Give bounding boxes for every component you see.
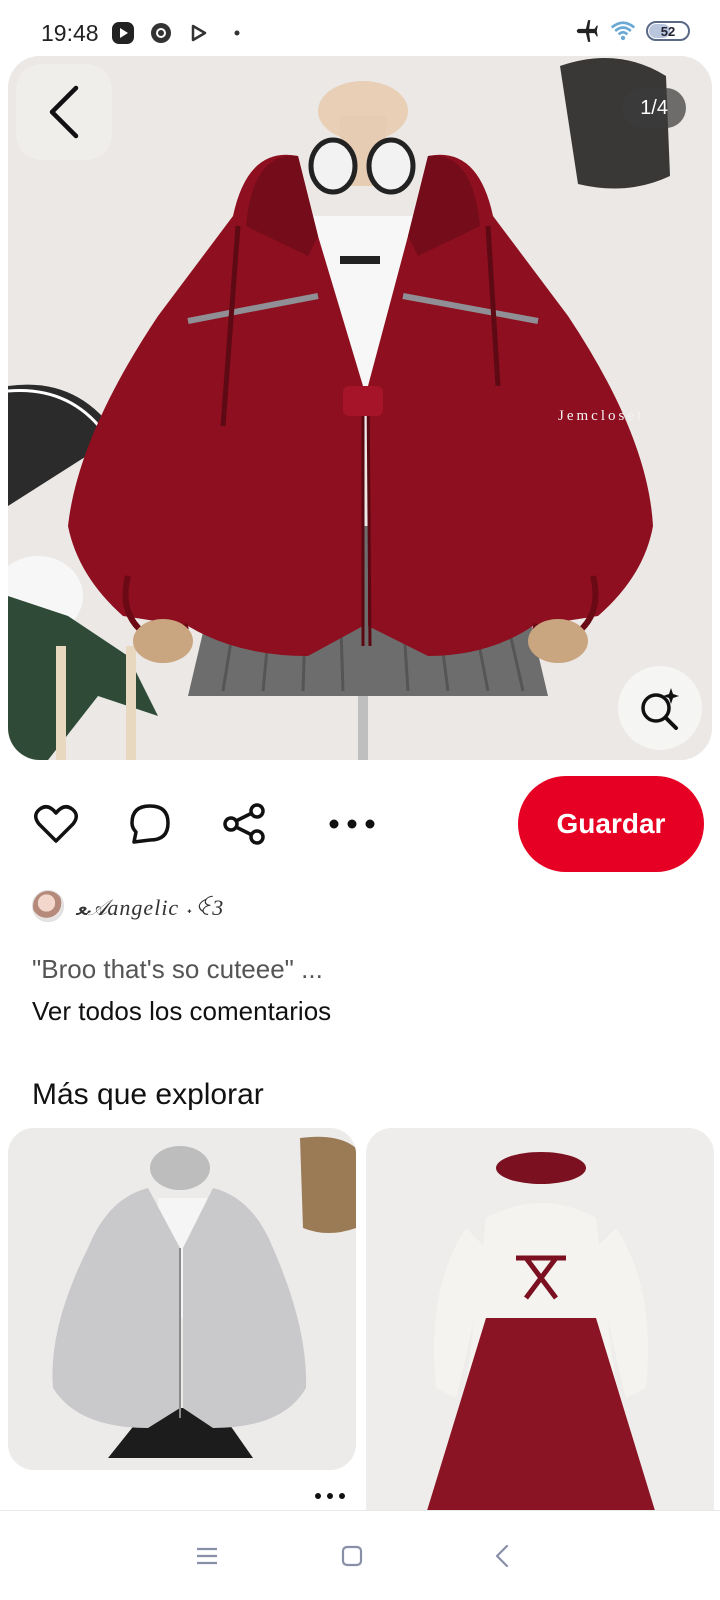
comment-text[interactable]: "Broo that's so cuteee" ...: [32, 954, 323, 985]
explore-pin-red-skirt-outfit[interactable]: [366, 1128, 714, 1514]
back-button[interactable]: [16, 64, 112, 160]
system-icons: 52: [574, 18, 690, 44]
more-to-explore-title: Más que explorar: [32, 1078, 264, 1111]
save-button[interactable]: Guardar: [518, 776, 704, 872]
comment-button[interactable]: [124, 798, 176, 850]
more-button[interactable]: [326, 798, 378, 850]
heart-icon: [34, 805, 78, 843]
like-button[interactable]: [30, 798, 82, 850]
play-app-icon: [110, 20, 136, 46]
menu-icon: [197, 1547, 217, 1565]
nav-back-button[interactable]: [487, 1541, 517, 1571]
back-chevron-icon: [49, 85, 79, 139]
share-icon: [223, 803, 265, 845]
home-square-icon: [341, 1545, 363, 1567]
red-skirt-outfit-image: [366, 1128, 714, 1514]
explore-pin-grey-jacket[interactable]: [8, 1128, 356, 1470]
system-nav-bar: [0, 1510, 720, 1600]
dot-icon: [224, 20, 250, 46]
view-all-comments-link[interactable]: Ver todos los comentarios: [32, 996, 331, 1027]
back-icon: [495, 1544, 509, 1568]
status-time: 19:48: [41, 20, 99, 46]
comment-author[interactable]: ﻌ𝒜angelic ˖ꒊ3: [32, 890, 224, 922]
card-more-button[interactable]: [312, 1486, 348, 1506]
battery-level: 52: [660, 23, 676, 39]
comment-username[interactable]: ﻌ𝒜angelic ˖ꒊ3: [76, 892, 224, 921]
more-horizontal-icon: [315, 1493, 345, 1499]
pin-image[interactable]: Jemcloset 1/4: [8, 56, 712, 760]
avatar[interactable]: [32, 890, 64, 922]
airplane-icon: [574, 18, 600, 44]
action-row: Guardar: [0, 776, 720, 872]
notification-icons: [110, 20, 250, 46]
visual-search-button[interactable]: [618, 666, 702, 750]
status-bar: 19:48 52: [0, 0, 720, 56]
home-button[interactable]: [337, 1541, 367, 1571]
visual-search-icon: [641, 688, 679, 730]
chrome-icon: [148, 20, 174, 46]
share-button[interactable]: [218, 798, 270, 850]
more-horizontal-icon: [329, 819, 375, 829]
comment-bubble-icon: [130, 804, 170, 844]
recent-apps-button[interactable]: [192, 1541, 222, 1571]
play-store-icon: [186, 20, 212, 46]
grey-jacket-image: [8, 1128, 356, 1470]
page-indicator: 1/4: [622, 88, 686, 128]
wifi-icon: [610, 18, 636, 44]
battery-indicator: 52: [646, 21, 690, 41]
watermark-text: Jemcloset: [558, 408, 645, 424]
